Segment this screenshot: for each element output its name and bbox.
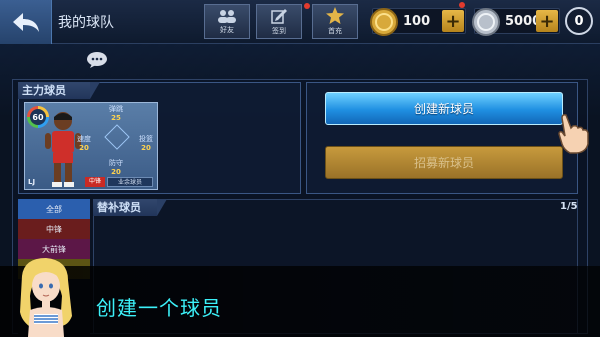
bench-count: 1/5 [560, 201, 578, 212]
add-silver-button[interactable]: + [536, 10, 558, 32]
star-icon [326, 7, 344, 24]
tutorial-text: 创建一个球员 [96, 296, 222, 320]
top-bar: 我的球队 好友 签到 首充 100 + 5000 + 0 [0, 0, 600, 44]
first-recharge-button[interactable]: 首充 [312, 4, 358, 39]
main-players-title: 主力球员 [18, 82, 100, 99]
recruit-player-button[interactable]: 招募新球员 [325, 146, 563, 179]
friends-label: 好友 [220, 25, 234, 34]
checkin-button[interactable]: 签到 [256, 4, 302, 39]
checkin-icon [271, 8, 287, 24]
filter-all[interactable]: 全部 [18, 199, 90, 219]
stat-shooting: 投篮 20 [139, 135, 153, 152]
page-title: 我的球队 [58, 15, 114, 31]
checkin-notification-dot [304, 3, 310, 9]
silver-coin-icon [472, 8, 500, 36]
player-name-tag: LJ [28, 178, 36, 186]
pointing-hand-icon [558, 114, 589, 154]
add-gold-button[interactable]: + [442, 10, 464, 32]
player-rating-badge: 60 [27, 106, 49, 128]
friends-button[interactable]: 好友 [204, 4, 250, 39]
back-button[interactable] [0, 0, 52, 44]
chat-icon[interactable] [86, 52, 108, 68]
bench-title: 替补球员 [93, 199, 167, 216]
player-type-tag: 业余球员 [107, 177, 153, 187]
silver-counter: 5000 + [472, 8, 560, 36]
position-tag: 中锋 [85, 177, 105, 187]
player-rating-value: 60 [30, 109, 46, 125]
filter-center[interactable]: 中锋 [18, 219, 90, 239]
back-arrow-icon [12, 13, 39, 32]
tutorial-banner [0, 266, 600, 337]
checkin-label: 签到 [272, 26, 286, 35]
first-recharge-label: 首充 [328, 27, 342, 35]
stat-speed: 速度 20 [77, 135, 91, 152]
guide-character [20, 258, 72, 337]
friends-icon [218, 9, 236, 23]
gold-value: 100 [403, 14, 431, 29]
stat-defense: 防守 20 [109, 159, 123, 176]
stat-jump: 弹跳 25 [109, 105, 123, 122]
badge-counter[interactable]: 0 [565, 7, 593, 35]
gold-counter: 100 + [370, 8, 466, 36]
gold-coin-icon [370, 8, 398, 36]
create-player-button[interactable]: 创建新球员 [325, 92, 563, 125]
